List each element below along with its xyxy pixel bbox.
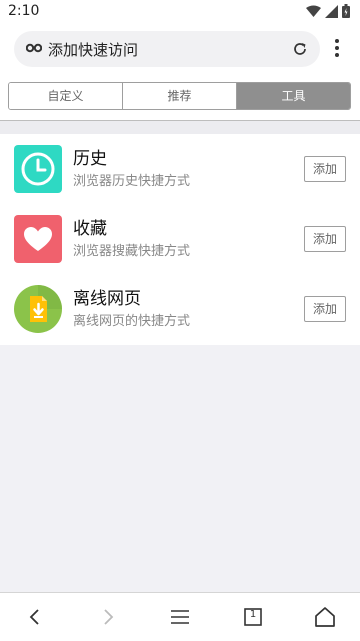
list-item-offline: 离线网页 离线网页的快捷方式 添加 xyxy=(0,274,360,344)
add-favorites-button[interactable]: 添加 xyxy=(304,226,346,252)
offline-page-icon xyxy=(14,285,62,333)
address-bar: 添加快速访问 xyxy=(0,24,360,74)
tabs-button[interactable]: 1 xyxy=(241,605,265,629)
status-time: 2:10 xyxy=(8,3,40,19)
section-divider xyxy=(0,120,360,134)
item-subtitle: 浏览器搜藏快捷方式 xyxy=(73,244,191,259)
page-title: 添加快速访问 xyxy=(48,41,139,59)
item-subtitle: 浏览器历史快捷方式 xyxy=(73,174,191,189)
list-item-history: 历史 浏览器历史快捷方式 添加 xyxy=(0,134,360,204)
more-menu-icon[interactable] xyxy=(334,38,340,58)
heart-icon xyxy=(14,215,62,263)
status-bar: 2:10 xyxy=(0,0,360,24)
item-subtitle: 离线网页的快捷方式 xyxy=(73,314,191,329)
segmented-tabs: 自定义 推荐 工具 xyxy=(8,82,351,110)
refresh-icon[interactable] xyxy=(292,41,308,57)
bottom-nav-bar: 1 xyxy=(0,592,360,641)
back-icon[interactable] xyxy=(23,605,47,629)
tab-custom[interactable]: 自定义 xyxy=(9,83,123,109)
forward-icon[interactable] xyxy=(96,605,120,629)
tab-tools[interactable]: 工具 xyxy=(237,83,350,109)
tab-recommended[interactable]: 推荐 xyxy=(123,83,237,109)
add-offline-button[interactable]: 添加 xyxy=(304,296,346,322)
add-history-button[interactable]: 添加 xyxy=(304,156,346,182)
wifi-icon xyxy=(306,5,321,17)
address-pill[interactable]: 添加快速访问 xyxy=(14,31,320,67)
tool-list: 历史 浏览器历史快捷方式 添加 收藏 浏览器搜藏快捷方式 添加 离线网页 离线网… xyxy=(0,134,360,345)
tabs-container: 自定义 推荐 工具 xyxy=(0,74,360,120)
item-title: 收藏 xyxy=(73,219,107,239)
list-item-favorites: 收藏 浏览器搜藏快捷方式 添加 xyxy=(0,204,360,274)
menu-lines-icon[interactable] xyxy=(168,605,192,629)
signal-icon xyxy=(325,4,338,18)
clock-icon xyxy=(14,145,62,193)
incognito-mask-icon xyxy=(26,43,42,53)
item-title: 历史 xyxy=(73,149,107,169)
item-title: 离线网页 xyxy=(73,289,141,309)
tab-count: 1 xyxy=(249,609,257,620)
battery-icon xyxy=(342,4,350,18)
home-icon[interactable] xyxy=(313,605,337,629)
